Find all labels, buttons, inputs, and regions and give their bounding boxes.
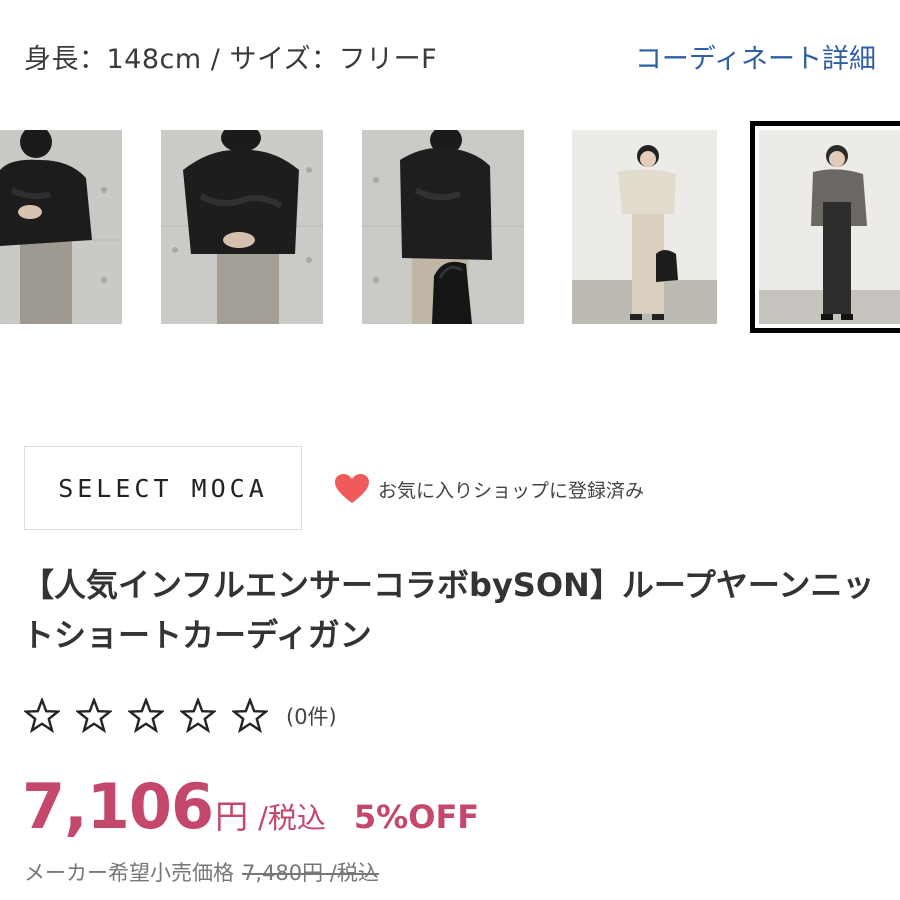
- heart-icon: [335, 474, 369, 503]
- rating-row[interactable]: (0件): [24, 694, 337, 738]
- discount-badge: 5%OFF: [353, 798, 480, 836]
- thumbnail-1[interactable]: [0, 130, 122, 324]
- thumbnail-5-selected[interactable]: [750, 121, 900, 333]
- model-size-text: 身長：148cm / サイズ：フリーF: [24, 43, 438, 75]
- star-icon: [180, 698, 216, 734]
- star-icon: [76, 698, 112, 734]
- review-count: (0件): [286, 705, 337, 729]
- favorite-shop-label: お気に入りショップに登録済み: [378, 479, 645, 502]
- star-icon: [128, 698, 164, 734]
- coordinate-detail-link[interactable]: コーディネート詳細: [635, 37, 876, 76]
- shop-logo-button[interactable]: SELECT MOCA: [24, 446, 302, 530]
- black-cardigan-photo-3: [362, 130, 524, 324]
- black-cardigan-photo-2: [161, 130, 323, 324]
- sale-price: 7,106: [22, 770, 214, 843]
- beige-cardigan-photo: [572, 130, 717, 324]
- price-row: 7,106 円 /税込 5%OFF: [22, 770, 480, 843]
- favorite-shop-button[interactable]: お気に入りショップに登録済み: [334, 470, 644, 508]
- gray-cardigan-photo: [759, 130, 900, 324]
- star-icon: [232, 698, 268, 734]
- model-info-row: 身長：148cm / サイズ：フリーF コーディネート詳細: [24, 36, 876, 76]
- star-icon: [24, 698, 60, 734]
- msrp-label: メーカー希望小売価格: [24, 861, 234, 885]
- tax-label: /税込: [258, 801, 326, 835]
- black-cardigan-photo-1: [0, 130, 122, 324]
- thumbnail-2[interactable]: [161, 130, 323, 324]
- msrp-value: 7,480円 /税込: [242, 861, 379, 885]
- thumbnail-4[interactable]: [572, 130, 717, 324]
- shop-name: SELECT MOCA: [58, 473, 268, 503]
- thumbnail-3[interactable]: [362, 130, 524, 324]
- product-title: 【人気インフルエンサーコラボbySON】ループヤーンニットショートカーディガン: [22, 566, 875, 654]
- msrp-row: メーカー希望小売価格 7,480円 /税込: [24, 856, 379, 888]
- price-currency: 円: [215, 797, 249, 836]
